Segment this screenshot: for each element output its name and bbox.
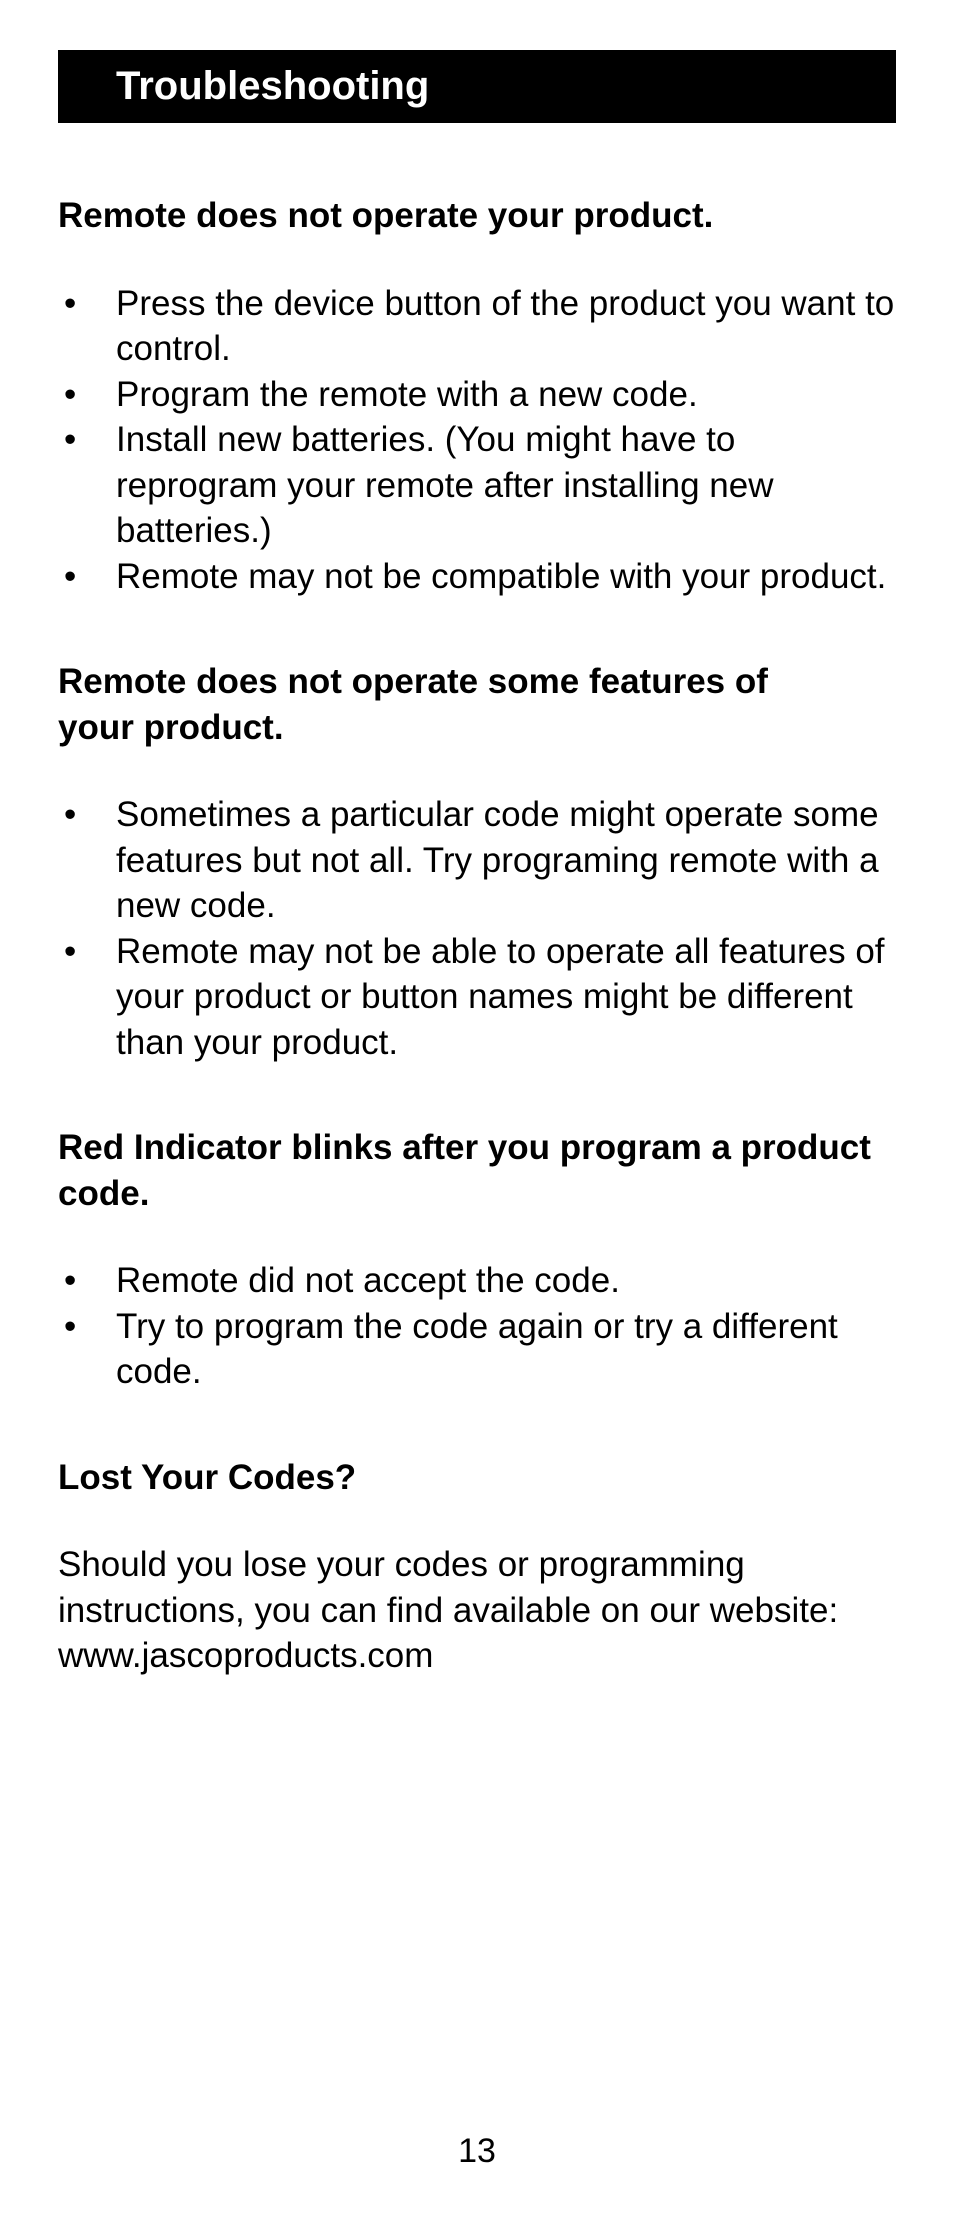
list-item: Remote may not be able to operate all fe…	[58, 929, 896, 1066]
issue-bullets: Sometimes a particular code might operat…	[58, 792, 896, 1065]
list-item: Install new batteries. (You might have t…	[58, 417, 896, 554]
page-content: Troubleshooting Remote does not operate …	[0, 0, 954, 1679]
lost-codes-body: Should you lose your codes or programmin…	[58, 1542, 896, 1679]
page-number: 13	[0, 2132, 954, 2171]
lost-codes-heading: Lost Your Codes?	[58, 1455, 896, 1501]
list-item: Try to program the code again or try a d…	[58, 1304, 896, 1395]
list-item: Remote did not accept the code.	[58, 1258, 896, 1304]
issue-bullets: Remote did not accept the code. Try to p…	[58, 1258, 896, 1395]
section-title: Troubleshooting	[116, 64, 429, 108]
list-item: Program the remote with a new code.	[58, 372, 896, 418]
list-item: Sometimes a particular code might operat…	[58, 792, 896, 929]
list-item: Remote may not be compatible with your p…	[58, 554, 896, 600]
issue-heading: Remote does not operate some features of…	[58, 659, 896, 750]
section-title-bar: Troubleshooting	[58, 50, 896, 123]
list-item: Press the device button of the product y…	[58, 281, 896, 372]
issue-heading: Red Indicator blinks after you program a…	[58, 1125, 896, 1216]
issue-bullets: Press the device button of the product y…	[58, 281, 896, 600]
issue-heading: Remote does not operate your product.	[58, 193, 896, 239]
